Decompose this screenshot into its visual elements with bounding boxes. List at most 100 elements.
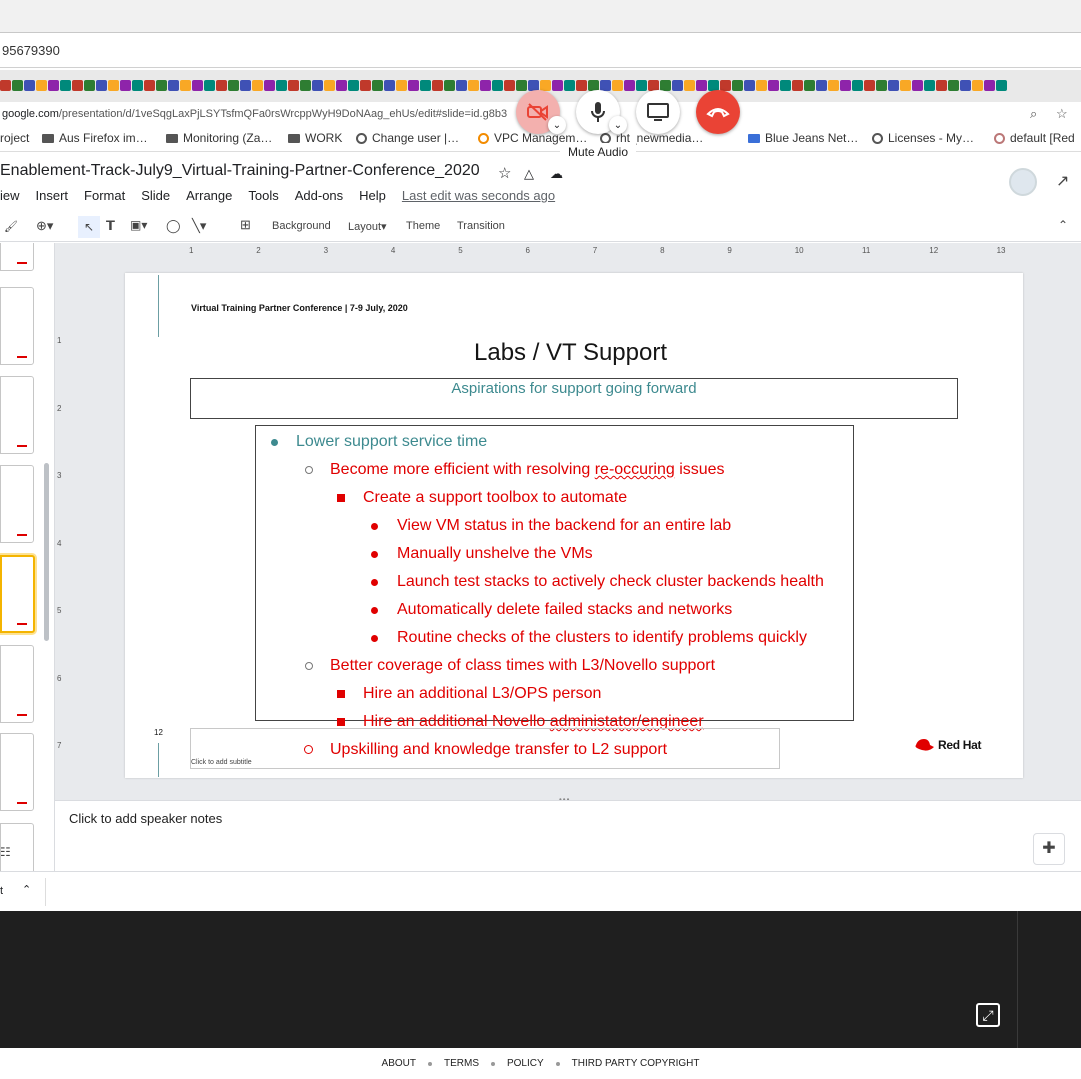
activity-trend-icon[interactable]: ↗ [1056, 171, 1069, 191]
footer-link-terms[interactable]: TERMS [444, 1058, 479, 1069]
pinned-tab-icon[interactable] [132, 80, 143, 91]
slide-thumbnail-selected[interactable] [0, 555, 35, 633]
cloud-saved-icon[interactable]: ☁ [550, 166, 563, 182]
pinned-tab-icon[interactable] [468, 80, 479, 91]
pinned-tab-icon[interactable] [828, 80, 839, 91]
menu-arrange[interactable]: Arrange [186, 188, 232, 203]
pinned-tab-icon[interactable] [12, 80, 23, 91]
paint-format-icon[interactable]: 🖌 [4, 220, 18, 233]
fullscreen-icon[interactable]: ⤢ [976, 1003, 1000, 1027]
pinned-tab-icon[interactable] [684, 80, 695, 91]
pinned-tab-icon[interactable] [372, 80, 383, 91]
pinned-tab-icon[interactable] [156, 80, 167, 91]
pinned-tab-icon[interactable] [876, 80, 887, 91]
select-tool-icon[interactable]: ↖ [78, 216, 100, 238]
menu-format[interactable]: Format [84, 188, 125, 203]
horizontal-ruler[interactable]: 1 2 3 4 5 6 7 8 9 10 11 12 13 [125, 246, 1023, 256]
pinned-tab-icon[interactable] [120, 80, 131, 91]
pinned-tab-icon[interactable] [996, 80, 1007, 91]
pinned-tab-icon[interactable] [756, 80, 767, 91]
pinned-tab-icon[interactable] [288, 80, 299, 91]
menu-slide[interactable]: Slide [141, 188, 170, 203]
pinned-tab-icon[interactable] [480, 80, 491, 91]
last-edit-link[interactable]: Last edit was seconds ago [402, 188, 555, 203]
grid-view-icon[interactable]: ☷ [0, 845, 11, 859]
pinned-tab-icon[interactable] [348, 80, 359, 91]
pinned-tab-icon[interactable] [276, 80, 287, 91]
pinned-tab-icon[interactable] [324, 80, 335, 91]
pinned-tab-icon[interactable] [444, 80, 455, 91]
zoom-icon[interactable]: ⌕ [1030, 102, 1037, 126]
pinned-tab-icon[interactable] [972, 80, 983, 91]
document-title[interactable]: Enablement-Track-July9_Virtual-Training-… [0, 162, 480, 180]
pinned-tab-icon[interactable] [36, 80, 47, 91]
pinned-tab-icon[interactable] [624, 80, 635, 91]
bookmark-item[interactable]: Aus Firefox im… [42, 131, 148, 145]
pinned-tab-icon[interactable] [492, 80, 503, 91]
pinned-tab-icon[interactable] [408, 80, 419, 91]
pinned-tab-icon[interactable] [672, 80, 683, 91]
footer-link-about[interactable]: ABOUT [382, 1058, 416, 1069]
download-item-label[interactable]: t [0, 885, 3, 897]
pinned-tab-icon[interactable] [816, 80, 827, 91]
pinned-tab-icon[interactable] [780, 80, 791, 91]
pinned-tab-icon[interactable] [204, 80, 215, 91]
pinned-tab-icon[interactable] [516, 80, 527, 91]
pinned-tab-icon[interactable] [24, 80, 35, 91]
pinned-tab-icon[interactable] [0, 80, 11, 91]
pinned-tab-icon[interactable] [312, 80, 323, 91]
bookmark-item[interactable]: roject [0, 131, 29, 145]
bookmark-item[interactable]: Blue Jeans Net… [748, 131, 858, 145]
pinned-tab-icon[interactable] [180, 80, 191, 91]
bookmark-item[interactable]: default [Red [994, 131, 1075, 145]
shape-icon[interactable]: ◯ [166, 218, 181, 234]
pinned-tab-icon[interactable] [96, 80, 107, 91]
pinned-tab-icon[interactable] [888, 80, 899, 91]
slide-thumbnail[interactable] [0, 243, 34, 271]
pinned-tab-icon[interactable] [804, 80, 815, 91]
pinned-tab-icon[interactable] [252, 80, 263, 91]
pinned-tab-icon[interactable] [768, 80, 779, 91]
share-screen-button[interactable] [636, 90, 680, 134]
menu-tools[interactable]: Tools [248, 188, 278, 203]
meeting-url-bar[interactable]: 95679390 [0, 34, 1081, 68]
pinned-tab-icon[interactable] [396, 80, 407, 91]
explore-icon[interactable]: ✚ [1033, 833, 1065, 865]
bookmark-item[interactable]: Licenses - My… [872, 131, 974, 145]
menu-addons[interactable]: Add-ons [295, 188, 343, 203]
pinned-tab-icon[interactable] [852, 80, 863, 91]
zoom-tool-icon[interactable]: ⊕▾ [36, 218, 53, 234]
bookmark-item[interactable]: Monitoring (Za… [166, 131, 272, 145]
pinned-tab-icon[interactable] [924, 80, 935, 91]
pinned-tab-icon[interactable] [84, 80, 95, 91]
pinned-tab-icon[interactable] [984, 80, 995, 91]
pinned-tab-icon[interactable] [60, 80, 71, 91]
pinned-tab-icon[interactable] [564, 80, 575, 91]
pinned-tab-icon[interactable] [864, 80, 875, 91]
pinned-tab-icon[interactable] [420, 80, 431, 91]
pinned-tab-icon[interactable] [792, 80, 803, 91]
background-button[interactable]: Background [272, 220, 331, 232]
pinned-tab-icon[interactable] [612, 80, 623, 91]
pinned-tab-icon[interactable] [696, 80, 707, 91]
slide-thumbnail[interactable] [0, 376, 34, 454]
image-icon[interactable]: ▣▾ [130, 218, 147, 232]
subtitle-placeholder-box[interactable]: Click to add subtitle [190, 728, 780, 769]
slide-thumbnail[interactable] [0, 465, 34, 543]
pinned-tab-icon[interactable] [216, 80, 227, 91]
slide-canvas[interactable]: Virtual Training Partner Conference | 7-… [125, 273, 1023, 778]
pinned-tab-icon[interactable] [240, 80, 251, 91]
pinned-tab-icon[interactable] [840, 80, 851, 91]
collapse-toolbar-icon[interactable]: ⌃ [1058, 218, 1068, 232]
pinned-tab-icon[interactable] [744, 80, 755, 91]
bookmark-star-icon[interactable]: ☆ [1056, 102, 1068, 126]
transition-button[interactable]: Transition [457, 220, 505, 232]
bookmark-item[interactable]: WORK [288, 131, 342, 145]
subtitle-box[interactable]: Aspirations for support going forward [190, 378, 958, 419]
menu-view[interactable]: iew [0, 188, 20, 203]
pinned-tab-icon[interactable] [456, 80, 467, 91]
end-call-button[interactable] [696, 90, 740, 134]
bookmark-item[interactable]: Change user |… [356, 131, 459, 145]
new-comment-icon[interactable]: ⊞ [240, 217, 251, 233]
pinned-tab-icon[interactable] [228, 80, 239, 91]
